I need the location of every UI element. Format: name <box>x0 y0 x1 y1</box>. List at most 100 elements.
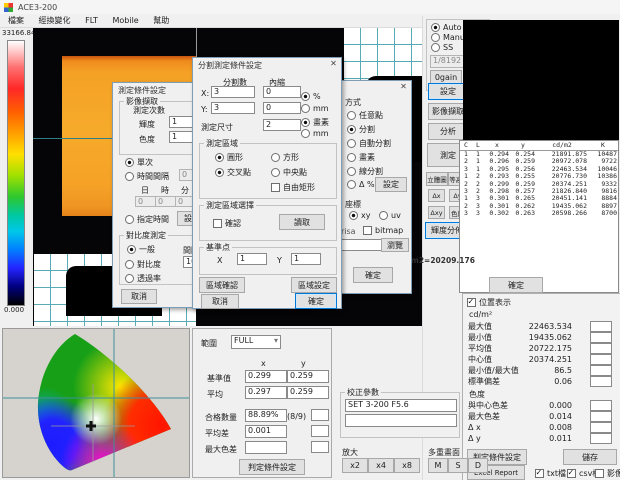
stat-row: 與中心色差0.000 <box>468 400 616 410</box>
read-button[interactable]: 讀取 <box>279 214 325 230</box>
free-rect-checkbox[interactable]: 自由矩形 <box>271 182 315 193</box>
ok-button[interactable]: 確定 <box>295 293 337 309</box>
ss-radio[interactable]: SS <box>431 43 453 52</box>
analyze-button[interactable]: 分析 <box>428 123 468 140</box>
zoom-x4-button[interactable]: x4 <box>368 458 394 473</box>
single-radio[interactable]: 單次 <box>125 157 153 168</box>
inset-pct-radio[interactable]: % <box>301 92 321 101</box>
coord-uv-radio[interactable]: uv <box>379 211 401 220</box>
lum-label: 輝度 <box>139 119 155 130</box>
size-field[interactable]: 2 <box>263 119 301 131</box>
base-point-label: 基準点 <box>204 242 232 253</box>
x-div-field[interactable]: 3 <box>211 86 255 98</box>
coord-group-label: 座標 <box>345 199 361 210</box>
avg-y-field[interactable]: 0.259 <box>287 386 329 399</box>
day-field[interactable]: 0 <box>135 196 157 207</box>
size-mm-label: mm <box>313 129 329 138</box>
size-mm-radio[interactable]: mm <box>301 129 329 138</box>
contrast-radio[interactable]: 對比度 <box>125 259 161 270</box>
base-y-label: Y <box>277 256 282 265</box>
results-table-panel[interactable]: CL xy cd/m2K 110.2940.25421891.87510487 … <box>459 140 619 293</box>
cie-diagram-panel[interactable] <box>2 328 190 478</box>
txt-checkbox[interactable]: txt檔 <box>535 468 566 479</box>
method-ok-button[interactable]: 確定 <box>353 267 393 283</box>
auto-radio[interactable]: Auto <box>431 23 462 32</box>
multi-s-button[interactable]: S <box>448 458 468 473</box>
y-div-field[interactable]: 3 <box>211 102 255 114</box>
method-any-radio[interactable]: 任意點 <box>347 110 383 121</box>
multi-m-button[interactable]: M <box>428 458 448 473</box>
menu-mobile[interactable]: Mobile <box>106 15 144 26</box>
image-separator-line <box>196 28 197 58</box>
general-radio[interactable]: 一般 <box>127 244 155 255</box>
stat-row: 最大色差0.014 <box>468 411 616 421</box>
circle-radio[interactable]: 圓形 <box>215 152 243 163</box>
browse-button[interactable]: 瀏覽 <box>381 238 409 252</box>
method-split-radio[interactable]: 分割 <box>347 124 375 135</box>
y-col-header: y <box>301 359 306 368</box>
save-button[interactable]: 儲存 <box>563 449 617 465</box>
confirm-button[interactable]: 確定 <box>489 277 543 293</box>
cancel-button[interactable]: 取消 <box>121 289 157 304</box>
center-radio[interactable]: 中央點 <box>271 167 307 178</box>
set-button[interactable]: 設定 <box>428 83 468 100</box>
path-field[interactable] <box>341 239 383 251</box>
method-set-button[interactable]: 設定 <box>375 177 407 192</box>
coord-xy-radio[interactable]: xy <box>349 211 370 220</box>
multi-d-button[interactable]: D <box>468 458 488 473</box>
method-line-radio[interactable]: 線分割 <box>347 166 383 177</box>
interval-radio[interactable]: 時間間隔 <box>125 171 169 182</box>
stereo-button[interactable]: 立體圖 <box>426 172 448 186</box>
spec-time-radio[interactable]: 指定時間 <box>125 214 169 225</box>
position-display-checkbox[interactable]: 位置表示 <box>467 297 511 308</box>
ref-x-field[interactable]: 0.299 <box>245 370 287 383</box>
cross-label: 交叉點 <box>227 167 251 178</box>
menu-help[interactable]: 幫助 <box>147 14 175 27</box>
judge-condition-button[interactable]: 判定條件設定 <box>239 459 305 475</box>
dx-button[interactable]: Δx <box>428 189 445 202</box>
bitmap-checkbox[interactable]: bitmap <box>363 226 403 235</box>
cross-radio[interactable]: 交叉點 <box>215 167 251 178</box>
colorbar <box>7 40 25 306</box>
close-icon[interactable]: ✕ <box>326 58 341 70</box>
avg-luminance-text: m2=20209.176 <box>411 256 475 265</box>
region-set-button[interactable]: 區域設定 <box>291 277 337 293</box>
menu-transform[interactable]: 經換變化 <box>33 14 77 27</box>
pass-count-field: 88.89% <box>245 409 287 422</box>
region-select-label: 測定區域選擇 <box>204 200 256 211</box>
circle-label: 圓形 <box>227 152 243 163</box>
confirm-checkbox[interactable]: 確認 <box>213 218 241 229</box>
ref-label: 基準值 <box>207 373 231 384</box>
square-radio[interactable]: 方形 <box>271 152 299 163</box>
capture-button[interactable]: 影像擷取 <box>428 103 468 120</box>
preview-area[interactable] <box>463 20 619 140</box>
dxy-button[interactable]: Δxy <box>428 206 445 219</box>
x-inset-field[interactable]: 0 <box>263 86 301 98</box>
calibration-field-2 <box>345 414 457 427</box>
zoom-x2-button[interactable]: x2 <box>342 458 368 473</box>
cancel-button[interactable]: 取消 <box>201 294 239 309</box>
transmit-radio[interactable]: 透過率 <box>125 273 161 284</box>
avg-x-field[interactable]: 0.297 <box>245 386 287 399</box>
method-delta-radio[interactable]: Δ % <box>347 180 375 189</box>
transmit-label: 透過率 <box>137 273 161 284</box>
base-x-field[interactable]: 1 <box>237 253 267 265</box>
base-y-field[interactable]: 1 <box>291 253 321 265</box>
ref-y-field[interactable]: 0.259 <box>287 370 329 383</box>
hour-field[interactable]: 0 <box>155 196 177 207</box>
inset-mm-label: mm <box>313 104 329 113</box>
region-confirm-button[interactable]: 區域確認 <box>199 277 245 293</box>
menu-flt[interactable]: FLT <box>79 15 104 26</box>
size-pixel-radio[interactable]: 畫素 <box>301 117 329 128</box>
method-pixel-radio[interactable]: 畫素 <box>347 152 375 163</box>
close-icon[interactable]: ✕ <box>396 81 411 93</box>
y-inset-field[interactable]: 0 <box>263 102 301 114</box>
method-auto-radio[interactable]: 自動分割 <box>347 138 391 149</box>
menu-file[interactable]: 檔案 <box>2 14 30 27</box>
ss-label: SS <box>443 43 453 52</box>
image-file-checkbox[interactable]: 影像檔 <box>595 468 620 479</box>
inset-mm-radio[interactable]: mm <box>301 104 329 113</box>
range-dropdown[interactable]: FULL▾ <box>231 335 281 349</box>
method-delta-label: Δ % <box>359 180 375 189</box>
zoom-x8-button[interactable]: x8 <box>394 458 420 473</box>
